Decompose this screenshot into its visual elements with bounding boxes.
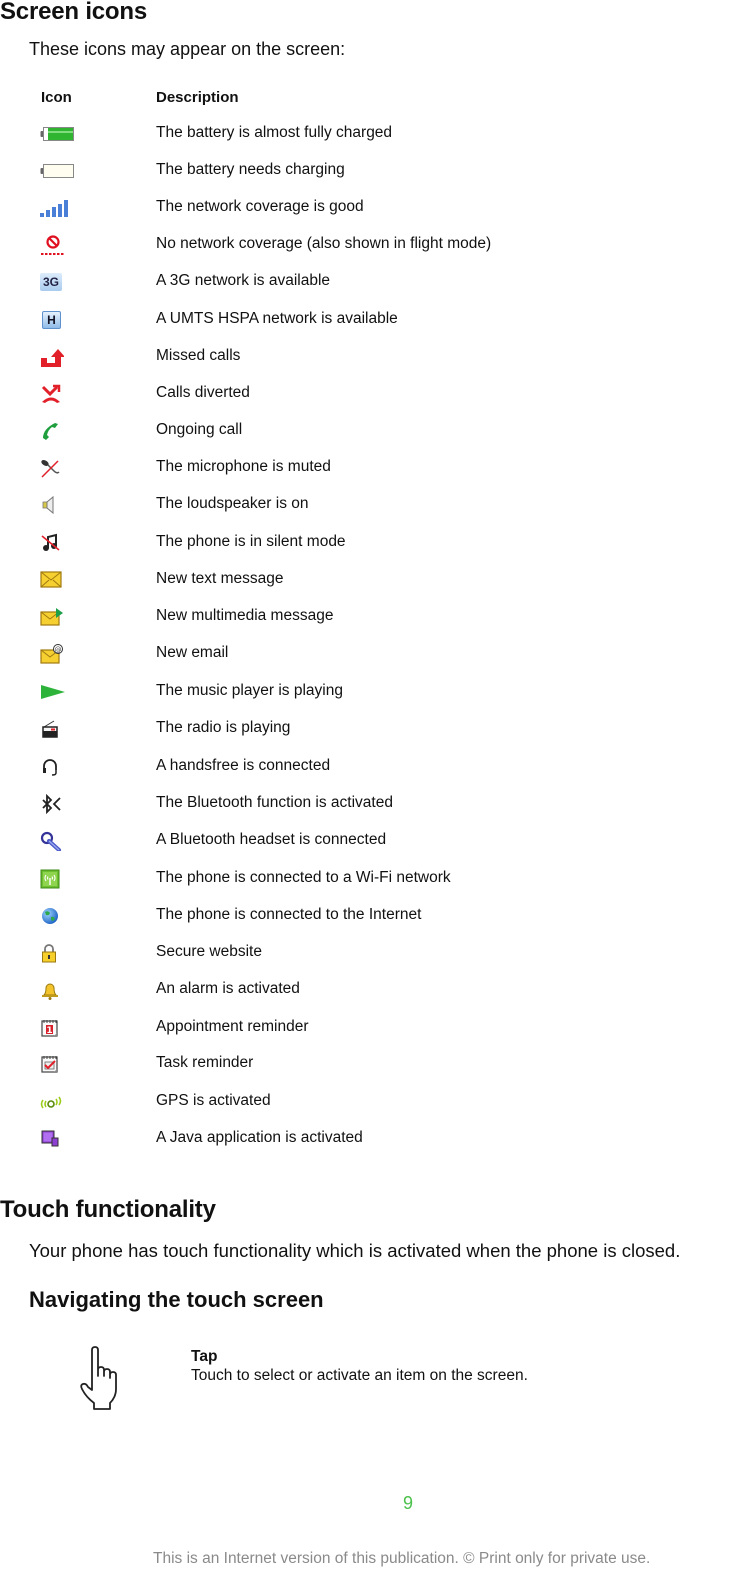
row-description: New multimedia message: [156, 607, 334, 624]
row-description: Appointment reminder: [156, 1018, 309, 1035]
row-description: A Bluetooth headset is connected: [156, 831, 387, 848]
tap-description: Touch to select or activate an item on t…: [191, 1367, 528, 1384]
svg-text:@: @: [55, 646, 62, 654]
padlock-icon: [40, 940, 76, 966]
row-description: Secure website: [156, 943, 262, 960]
table-row: No network coverage (also shown in fligh…: [0, 232, 744, 262]
battery-full-icon: [40, 121, 76, 147]
table-row: @ New email: [0, 641, 744, 671]
alarm-bell-icon: [40, 977, 76, 1003]
table-row: New multimedia message: [0, 604, 744, 634]
footer-notice: This is an Internet version of this publ…: [153, 1550, 651, 1567]
row-description: An alarm is activated: [156, 980, 300, 997]
loudspeaker-icon: [40, 492, 76, 518]
table-row: The phone is connected to a Wi-Fi networ…: [0, 866, 744, 896]
table-row: The music player is playing: [0, 679, 744, 709]
table-row: A Bluetooth headset is connected: [0, 828, 744, 858]
internet-globe-icon: [40, 903, 76, 929]
gps-icon: [40, 1089, 76, 1115]
column-header-description: Description: [156, 89, 239, 106]
column-header-icon: Icon: [41, 89, 72, 106]
tap-hand-icon: [80, 1346, 124, 1412]
row-description: New text message: [156, 570, 284, 587]
3g-icon: 3G: [40, 273, 62, 291]
table-row: The network coverage is good: [0, 195, 744, 225]
screen-icons-intro: These icons may appear on the screen:: [29, 39, 346, 59]
row-description: The music player is playing: [156, 682, 343, 699]
bluetooth-headset-icon: [40, 828, 76, 854]
table-row: A handsfree is connected: [0, 754, 744, 784]
row-description: The loudspeaker is on: [156, 495, 309, 512]
section-title-touch-functionality: Touch functionality: [0, 1196, 216, 1223]
multimedia-message-icon: [40, 604, 76, 630]
row-description: A handsfree is connected: [156, 757, 331, 774]
row-description: Calls diverted: [156, 384, 250, 401]
row-description: New email: [156, 644, 229, 661]
table-row: Missed calls: [0, 344, 744, 374]
text-message-icon: [40, 567, 76, 593]
battery-empty-icon: [40, 158, 76, 184]
table-row: The phone is in silent mode: [0, 530, 744, 560]
tap-title: Tap: [191, 1348, 218, 1365]
section-title-screen-icons: Screen icons: [0, 0, 148, 25]
table-row: The microphone is muted: [0, 455, 744, 485]
missed-call-icon: [40, 344, 76, 370]
row-description: The Bluetooth function is activated: [156, 794, 393, 811]
page-number: 9: [402, 1493, 413, 1513]
table-row: 1 Appointment reminder: [0, 1015, 744, 1045]
row-description: The network coverage is good: [156, 198, 364, 215]
row-description: GPS is activated: [156, 1092, 271, 1109]
row-description: The phone is in silent mode: [156, 533, 346, 550]
table-row: Task reminder: [0, 1051, 744, 1081]
appointment-icon: 1: [40, 1015, 76, 1041]
no-network-icon: [40, 232, 76, 258]
row-description: No network coverage (also shown in fligh…: [156, 235, 492, 252]
row-description: The phone is connected to a Wi-Fi networ…: [156, 869, 451, 886]
music-play-icon: [40, 679, 76, 705]
svg-text:1: 1: [46, 1026, 52, 1036]
table-row: The loudspeaker is on: [0, 492, 744, 522]
bluetooth-icon: [40, 791, 76, 817]
table-row: The Bluetooth function is activated: [0, 791, 744, 821]
table-row: 3G A 3G network is available: [0, 269, 744, 299]
subsection-title-navigating: Navigating the touch screen: [29, 1287, 324, 1312]
row-description: A 3G network is available: [156, 272, 331, 289]
table-row: An alarm is activated: [0, 977, 744, 1007]
java-app-icon: [40, 1126, 76, 1152]
table-row: Secure website: [0, 940, 744, 970]
handsfree-icon: [40, 754, 76, 780]
wifi-icon: [40, 866, 76, 892]
table-row: Ongoing call: [0, 418, 744, 448]
row-description: Task reminder: [156, 1054, 254, 1071]
table-row: The battery is almost fully charged: [0, 121, 744, 151]
call-divert-icon: [40, 381, 76, 407]
row-description: A UMTS HSPA network is available: [156, 310, 398, 327]
touch-functionality-intro: Your phone has touch functionality which…: [29, 1240, 681, 1261]
row-description: The microphone is muted: [156, 458, 331, 475]
email-icon: @: [40, 641, 76, 667]
table-row: Calls diverted: [0, 381, 744, 411]
radio-icon: [40, 716, 76, 742]
ongoing-call-icon: [40, 418, 76, 444]
silent-mode-icon: [40, 530, 76, 556]
mic-muted-icon: [40, 455, 76, 481]
row-description: The battery needs charging: [156, 161, 345, 178]
row-description: Ongoing call: [156, 421, 243, 438]
table-row: The radio is playing: [0, 716, 744, 746]
table-row: A Java application is activated: [0, 1126, 744, 1156]
table-row: The phone is connected to the Internet: [0, 903, 744, 933]
table-row: New text message: [0, 567, 744, 597]
hspa-icon: H: [42, 311, 61, 329]
table-row: H A UMTS HSPA network is available: [0, 307, 744, 337]
row-description: The radio is playing: [156, 719, 291, 736]
table-row: GPS is activated: [0, 1089, 744, 1119]
table-row: The battery needs charging: [0, 158, 744, 188]
row-description: The phone is connected to the Internet: [156, 906, 422, 923]
task-icon: [40, 1051, 76, 1077]
signal-strength-icon: [40, 195, 76, 221]
row-description: A Java application is activated: [156, 1129, 363, 1146]
row-description: The battery is almost fully charged: [156, 124, 393, 141]
row-description: Missed calls: [156, 347, 241, 364]
